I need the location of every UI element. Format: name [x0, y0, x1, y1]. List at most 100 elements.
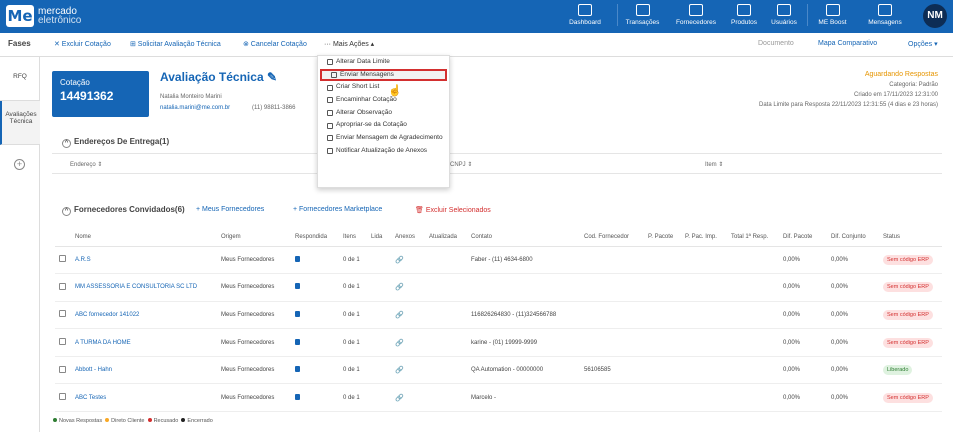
marketplace-link[interactable]: + Fornecedores Marketplace — [293, 206, 382, 213]
status-badge: Sem código ERP — [883, 309, 933, 320]
menu-item-apropriar-se[interactable]: Apropriar-se da Cotação — [318, 119, 449, 132]
nav-me-boost[interactable]: ME Boost — [807, 4, 857, 26]
contato: 116826264830 - (11)324566788 — [467, 301, 580, 330]
row-checkbox[interactable] — [59, 338, 66, 346]
mapa-comparativo-button[interactable]: Mapa Comparativo — [818, 40, 877, 47]
document-icon[interactable] — [295, 283, 300, 290]
attachment-icon[interactable]: 🔗 — [395, 395, 404, 402]
contato: QA Automation - 00000000 — [467, 356, 580, 385]
row-checkbox[interactable] — [59, 255, 66, 263]
supplier-name[interactable]: A.R.S — [71, 246, 217, 275]
col-item[interactable]: Item ⇕ — [705, 161, 723, 168]
contato: karine - (01) 19999-9999 — [467, 328, 580, 357]
cotacao-card: Cotação 14491362 — [52, 71, 149, 117]
sidebar-item-avaliacoes[interactable]: Avaliações Técnica — [0, 101, 40, 145]
meus-fornecedores-link[interactable]: + Meus Fornecedores — [196, 206, 264, 213]
col-header: P. Pacote — [644, 228, 681, 247]
brand-logo[interactable]: Me mercado eletrônico — [6, 5, 81, 27]
document-icon[interactable] — [295, 393, 300, 400]
table-row[interactable]: Abbott - Hahn Meus Fornecedores 0 de 1 🔗 QA … — [55, 356, 942, 385]
hand-cursor-icon: ☝ — [388, 85, 402, 97]
supplier-name[interactable]: A TURMA DA HOME — [71, 328, 217, 357]
document-icon[interactable] — [295, 338, 300, 345]
attachment-icon[interactable]: 🔗 — [395, 340, 404, 347]
dif-conjunto: 0,00% — [827, 328, 879, 357]
dif-conjunto: 0,00% — [827, 273, 879, 302]
document-icon[interactable] — [295, 366, 300, 373]
col-endereco[interactable]: Endereço ⇕ — [70, 161, 102, 168]
page-title[interactable]: Avaliação Técnica ✎ — [160, 70, 277, 84]
nav-fornecedores[interactable]: Fornecedores — [671, 4, 721, 26]
document-icon[interactable] — [295, 310, 300, 317]
user-avatar[interactable]: NM — [923, 4, 947, 28]
fornecedores-section[interactable]: ^ Fornecedores Convidados(6) — [62, 205, 185, 216]
opcoes-button[interactable]: Opções ▾ — [908, 40, 938, 48]
documento-button[interactable]: Documento — [758, 40, 794, 47]
table-body: A.R.S Meus Fornecedores 0 de 1 🔗 Faber - (11… — [55, 246, 942, 413]
col-header: Atualizada — [425, 228, 467, 247]
cod-fornecedor — [580, 301, 644, 330]
dif-pacote: 0,00% — [779, 328, 827, 357]
fornecedores-table: Nome Origem Respondida Itens Lida Anexos Atual… — [55, 228, 942, 413]
origem: Meus Fornecedores — [217, 301, 291, 330]
row-checkbox[interactable] — [59, 282, 66, 290]
sidebar-item-rfq[interactable]: RFQ — [0, 57, 40, 101]
forward-icon — [327, 97, 333, 104]
dif-conjunto: 0,00% — [827, 246, 879, 275]
row-checkbox[interactable] — [59, 393, 66, 401]
row-checkbox[interactable] — [59, 310, 66, 318]
add-phase-icon[interactable]: + — [14, 159, 25, 170]
attachment-icon[interactable]: 🔗 — [395, 312, 404, 319]
nav-usuarios[interactable]: Usuários — [759, 4, 809, 26]
attachment-icon[interactable]: 🔗 — [395, 257, 404, 264]
col-header: Anexos — [391, 228, 425, 247]
col-cnpj[interactable]: CNPJ ⇕ — [450, 161, 472, 168]
table-row[interactable]: A TURMA DA HOME Meus Fornecedores 0 de 1 🔗 k… — [55, 328, 942, 357]
excluir-selecionados-link[interactable]: 🗑 Excluir Selecionados — [415, 206, 491, 214]
contato: Marcelo - — [467, 383, 580, 413]
supplier-name[interactable]: MM ASSESSORIA E CONSULTORIA SC LTD — [71, 273, 217, 302]
data-limite: Data Limite para Resposta 22/11/2023 12:… — [758, 102, 938, 108]
table-row[interactable]: A.R.S Meus Fornecedores 0 de 1 🔗 Faber - (11… — [55, 246, 942, 275]
supplier-name[interactable]: ABC fornecedor 141022 — [71, 301, 217, 330]
nav-mensagens[interactable]: Mensagens — [860, 4, 910, 26]
col-header: Total 1ª Resp. — [727, 228, 779, 247]
col-header: Origem — [217, 228, 291, 247]
menu-item-enviar-mensagens[interactable]: Enviar Mensagens — [320, 68, 447, 82]
contact-email[interactable]: natalia.marini@me.com.br — [160, 105, 230, 111]
menu-item-notificar-anexos[interactable]: Notificar Atualização de Anexos — [318, 145, 449, 158]
col-header — [55, 228, 71, 247]
origem: Meus Fornecedores — [217, 356, 291, 385]
excluir-cotacao-button[interactable]: ✕ Excluir Cotação — [54, 40, 111, 48]
list-icon — [327, 84, 333, 91]
cancelar-cotacao-button[interactable]: ⊗ Cancelar Cotação — [243, 40, 307, 48]
cod-fornecedor — [580, 246, 644, 275]
solicitar-avaliacao-button[interactable]: ⊞ Solicitar Avaliação Técnica — [130, 40, 221, 48]
menu-item-criar-short-list[interactable]: Criar Short List — [318, 81, 449, 94]
chevron-up-icon[interactable]: ^ — [62, 207, 71, 216]
menu-item-alterar-observacao[interactable]: Alterar Observação — [318, 107, 449, 120]
enderecos-section[interactable]: ^ Endereços De Entrega(1) — [62, 137, 169, 148]
nav-transacoes[interactable]: Transações — [617, 4, 667, 26]
menu-item-alterar-data-limite[interactable]: Alterar Data Limite — [318, 56, 449, 69]
table-row[interactable]: ABC fornecedor 141022 Meus Fornecedores 0 … — [55, 301, 942, 330]
table-row[interactable]: ABC Testes Meus Fornecedores 0 de 1 🔗 Marcel… — [55, 383, 942, 413]
menu-item-enviar-agradecimento[interactable]: Enviar Mensagem de Agradecimento — [318, 132, 449, 145]
document-icon[interactable] — [295, 255, 300, 262]
menu-item-encaminhar-cotacao[interactable]: Encaminhar Cotação — [318, 94, 449, 107]
col-header: Status — [879, 228, 942, 247]
supplier-name[interactable]: ABC Testes — [71, 383, 217, 413]
dif-conjunto: 0,00% — [827, 383, 879, 413]
origem: Meus Fornecedores — [217, 328, 291, 357]
mais-acoes-button[interactable]: ··· Mais Ações ▴ — [324, 40, 374, 48]
attachment-icon[interactable]: 🔗 — [395, 367, 404, 374]
col-header: Lida — [367, 228, 391, 247]
attachment-icon[interactable]: 🔗 — [395, 284, 404, 291]
chevron-up-icon[interactable]: ^ — [62, 139, 71, 148]
table-row[interactable]: MM ASSESSORIA E CONSULTORIA SC LTD Meus F… — [55, 273, 942, 302]
nav-dashboard[interactable]: Dashboard — [560, 4, 610, 26]
row-checkbox[interactable] — [59, 365, 66, 373]
users-icon — [777, 4, 791, 16]
supplier-name[interactable]: Abbott - Hahn — [71, 356, 217, 385]
mais-acoes-dropdown: Alterar Data Limite Enviar Mensagens Criar… — [317, 55, 450, 188]
